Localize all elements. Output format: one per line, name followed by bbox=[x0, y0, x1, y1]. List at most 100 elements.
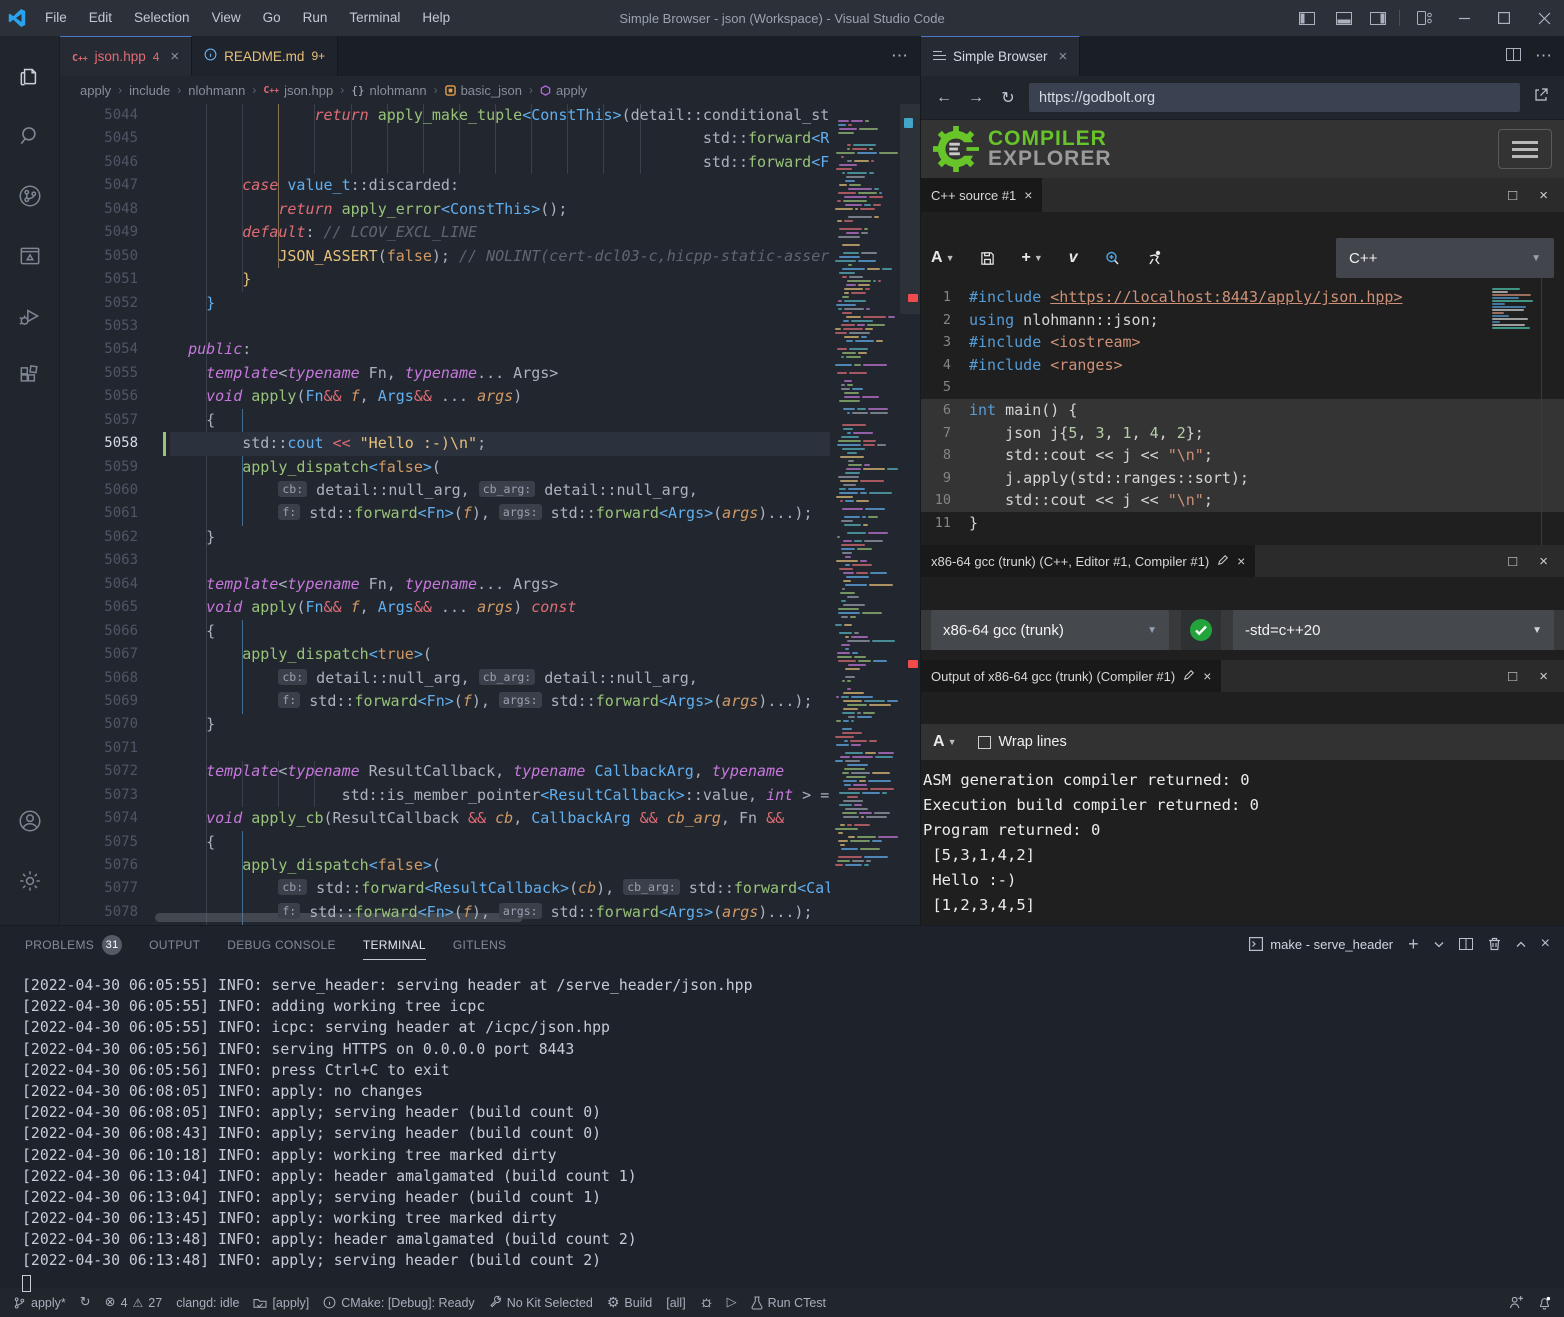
run-debug-icon[interactable] bbox=[6, 290, 54, 342]
new-terminal-icon[interactable]: + bbox=[1408, 934, 1419, 955]
close-pane-icon[interactable]: × bbox=[1539, 668, 1548, 685]
quick-bench-icon[interactable] bbox=[1147, 250, 1163, 266]
compiler-select[interactable]: x86-64 gcc (trunk) ▼ bbox=[931, 610, 1169, 650]
panel-tab-debug-console[interactable]: DEBUG CONSOLE bbox=[227, 929, 336, 960]
save-icon[interactable] bbox=[980, 251, 995, 266]
close-icon[interactable]: × bbox=[1203, 668, 1211, 684]
status-git-branch[interactable]: apply* bbox=[6, 1288, 73, 1317]
breadcrumb-item-include[interactable]: include bbox=[129, 83, 170, 98]
breadcrumb-item-nlohmann[interactable]: {}nlohmann bbox=[351, 83, 426, 98]
close-icon[interactable]: × bbox=[1024, 187, 1032, 203]
account-icon[interactable] bbox=[6, 795, 54, 847]
cpp-insights-icon[interactable] bbox=[1104, 250, 1121, 267]
status-feedback[interactable] bbox=[1502, 1296, 1531, 1309]
ce-menu-button[interactable] bbox=[1498, 129, 1552, 169]
settings-gear-icon[interactable] bbox=[6, 855, 54, 907]
close-tab-icon[interactable]: × bbox=[1059, 48, 1068, 65]
menu-terminal[interactable]: Terminal bbox=[338, 0, 411, 36]
open-external-icon[interactable] bbox=[1530, 87, 1552, 108]
compiler-explorer-logo[interactable]: COMPILER EXPLORER bbox=[933, 126, 1112, 172]
code-editor[interactable]: 5044504550465047504850495050505150525053… bbox=[60, 104, 920, 925]
split-editor-icon[interactable] bbox=[1506, 46, 1521, 66]
panel-tab-gitlens[interactable]: GITLENS bbox=[453, 929, 506, 960]
close-icon[interactable]: × bbox=[1237, 553, 1245, 569]
menu-help[interactable]: Help bbox=[411, 0, 461, 36]
tab-simple-browser[interactable]: Simple Browser × bbox=[921, 36, 1080, 76]
source-control-icon[interactable] bbox=[6, 170, 54, 222]
back-icon[interactable]: ← bbox=[933, 89, 955, 107]
status-clangd-status[interactable]: clangd: idle bbox=[169, 1288, 246, 1317]
terminal-output[interactable]: [2022-04-30 06:05:55] INFO: serve_header… bbox=[0, 962, 1564, 1292]
maximize-pane-icon[interactable]: □ bbox=[1508, 187, 1517, 204]
status-cmake-build[interactable]: ⚙Build bbox=[600, 1288, 659, 1317]
vim-mode-icon[interactable]: v bbox=[1069, 249, 1078, 267]
split-terminal-icon[interactable] bbox=[1459, 938, 1473, 950]
close-panel-icon[interactable]: × bbox=[1541, 935, 1550, 953]
reload-icon[interactable]: ↻ bbox=[997, 88, 1019, 108]
layout-panel-icon[interactable] bbox=[1327, 0, 1361, 36]
terminal-instance[interactable]: make - serve_header bbox=[1249, 937, 1393, 952]
breadcrumb-item-nlohmann[interactable]: nlohmann bbox=[188, 83, 245, 98]
tab-readme-md[interactable]: README.md9+ bbox=[192, 36, 338, 76]
status-sync-changes[interactable]: ↻ bbox=[73, 1288, 98, 1317]
maximize-icon[interactable] bbox=[1484, 0, 1524, 36]
breadcrumb-item-basic_json[interactable]: basic_json bbox=[445, 83, 522, 98]
breadcrumb-item-apply[interactable]: apply bbox=[80, 83, 111, 98]
ce-source-tab[interactable]: C++ source #1 × bbox=[921, 178, 1042, 212]
close-pane-icon[interactable]: × bbox=[1539, 187, 1548, 204]
breadcrumb[interactable]: apply›include›nlohmann›C++json.hpp›{}nlo… bbox=[60, 76, 920, 104]
minimap[interactable] bbox=[830, 104, 900, 925]
tab-json-hpp[interactable]: C++json.hpp4× bbox=[60, 36, 192, 76]
status-active-folder[interactable]: [apply] bbox=[246, 1288, 316, 1317]
menu-run[interactable]: Run bbox=[292, 0, 339, 36]
status-build-target[interactable]: [all] bbox=[659, 1288, 692, 1317]
layout-sidebar-right-icon[interactable] bbox=[1361, 0, 1395, 36]
customize-layout-icon[interactable] bbox=[1404, 0, 1444, 36]
status-cmake-kit[interactable]: No Kit Selected bbox=[482, 1288, 600, 1317]
rename-icon[interactable] bbox=[1183, 669, 1195, 684]
status-run-ctest[interactable]: Run CTest bbox=[744, 1288, 833, 1317]
overview-ruler[interactable] bbox=[900, 104, 920, 925]
menu-edit[interactable]: Edit bbox=[78, 0, 123, 36]
font-size-button[interactable]: A▼ bbox=[933, 733, 956, 751]
forward-icon[interactable]: → bbox=[965, 89, 987, 107]
menu-file[interactable]: File bbox=[34, 0, 78, 36]
status-debug-target[interactable] bbox=[693, 1288, 720, 1317]
wrap-lines-checkbox[interactable]: Wrap lines bbox=[978, 734, 1066, 750]
close-tab-icon[interactable]: × bbox=[170, 48, 179, 65]
breadcrumb-item-json-hpp[interactable]: C++json.hpp bbox=[263, 83, 333, 98]
minimize-icon[interactable] bbox=[1444, 0, 1484, 36]
ce-compiler-tab[interactable]: x86-64 gcc (trunk) (C++, Editor #1, Comp… bbox=[921, 545, 1255, 577]
language-select[interactable]: C++ ▼ bbox=[1336, 238, 1554, 278]
menu-view[interactable]: View bbox=[201, 0, 252, 36]
breadcrumb-item-apply[interactable]: apply bbox=[540, 83, 587, 98]
layout-sidebar-left-icon[interactable] bbox=[1287, 0, 1327, 36]
maximize-pane-icon[interactable]: □ bbox=[1508, 553, 1517, 570]
menu-go[interactable]: Go bbox=[252, 0, 292, 36]
editor-more-actions-icon[interactable]: ⋯ bbox=[891, 46, 908, 66]
extensions-icon[interactable] bbox=[6, 350, 54, 402]
search-icon[interactable] bbox=[6, 110, 54, 162]
status-problems[interactable]: ⊗4⚠27 bbox=[98, 1288, 170, 1317]
close-window-icon[interactable] bbox=[1524, 0, 1564, 36]
maximize-pane-icon[interactable]: □ bbox=[1508, 668, 1517, 685]
explorer-icon[interactable] bbox=[6, 50, 54, 102]
kill-terminal-icon[interactable] bbox=[1488, 937, 1501, 951]
ce-source-editor[interactable]: 1#include <https://localhost:8443/apply/… bbox=[921, 278, 1564, 545]
status-cmake-status[interactable]: CMake: [Debug]: Ready bbox=[316, 1288, 481, 1317]
panel-tab-terminal[interactable]: TERMINAL bbox=[363, 929, 426, 960]
rename-icon[interactable] bbox=[1217, 554, 1229, 569]
add-pane-button[interactable]: +▼ bbox=[1021, 249, 1042, 267]
panel-tab-output[interactable]: OUTPUT bbox=[149, 929, 200, 960]
font-size-button[interactable]: A▼ bbox=[931, 249, 954, 267]
maximize-panel-icon[interactable] bbox=[1516, 941, 1526, 948]
panel-tab-problems[interactable]: PROBLEMS31 bbox=[25, 926, 122, 963]
status-notifications[interactable] bbox=[1531, 1296, 1558, 1310]
status-launch-target[interactable]: ▷ bbox=[720, 1288, 744, 1317]
ce-output-tab[interactable]: Output of x86-64 gcc (trunk) (Compiler #… bbox=[921, 660, 1221, 692]
terminal-dropdown-icon[interactable] bbox=[1434, 941, 1444, 948]
compiler-options-input[interactable]: -std=c++20 ▼ bbox=[1233, 610, 1554, 650]
cmake-panel-icon[interactable] bbox=[6, 230, 54, 282]
url-input[interactable] bbox=[1029, 83, 1520, 112]
close-pane-icon[interactable]: × bbox=[1539, 553, 1548, 570]
